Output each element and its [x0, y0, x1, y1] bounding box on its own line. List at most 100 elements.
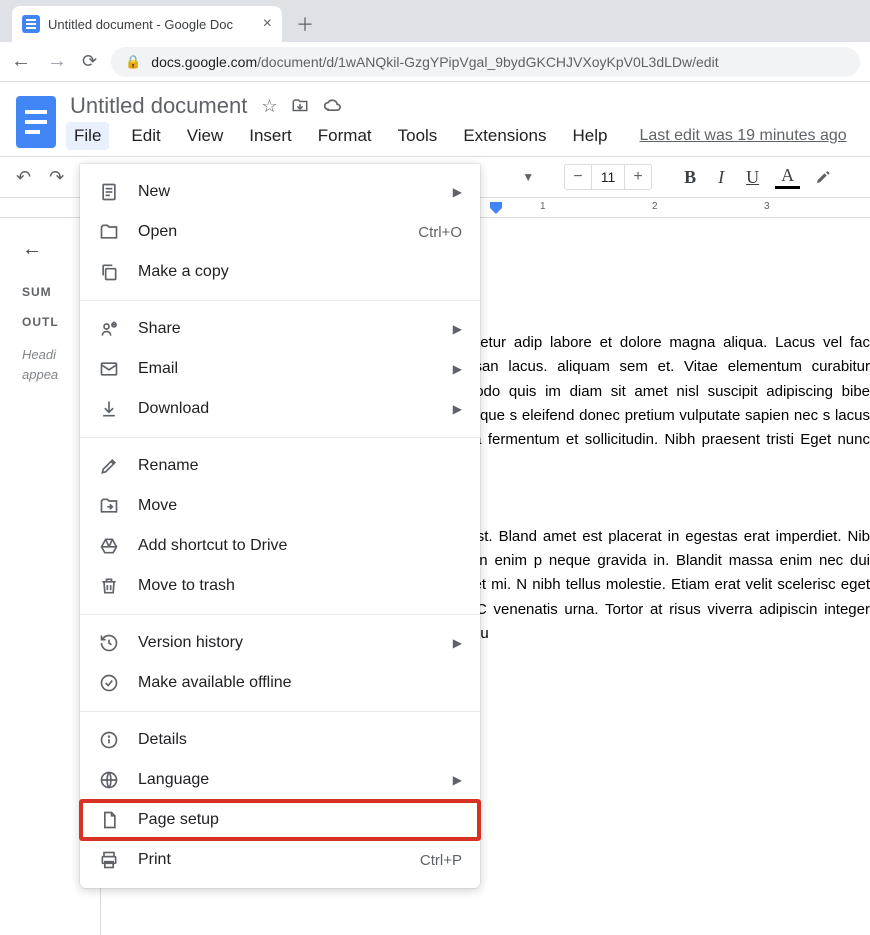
menu-format[interactable]: Format [314, 122, 376, 150]
undo-button[interactable]: ↶ [12, 165, 35, 190]
menu-item-label: Move to trash [138, 577, 462, 595]
file-menu-dropdown: New▶OpenCtrl+OMake a copyShare▶Email▶Dow… [80, 164, 480, 888]
menu-shortcut: Ctrl+O [418, 224, 462, 241]
menu-tools[interactable]: Tools [394, 122, 442, 150]
menu-item-share[interactable]: Share▶ [80, 309, 480, 349]
menu-item-label: Download [138, 400, 435, 418]
menu-item-print[interactable]: Print Ctrl+P [80, 840, 480, 880]
font-selector-caret[interactable]: ▼ [518, 170, 534, 184]
menu-item-download[interactable]: Download ▶ [80, 389, 480, 429]
font-size-value[interactable]: 11 [591, 165, 625, 189]
menu-item-label: Share [138, 320, 435, 338]
menu-bar: File Edit View Insert Format Tools Exten… [70, 120, 854, 152]
tab-close-icon[interactable]: × [263, 15, 272, 33]
folder-icon [98, 222, 120, 242]
cloud-icon[interactable] [323, 96, 343, 116]
docs-logo[interactable] [16, 96, 56, 148]
outline-back-button[interactable]: ← [22, 238, 70, 261]
menu-separator [80, 437, 480, 438]
menu-shortcut: Ctrl+P [420, 852, 462, 869]
submenu-arrow-icon: ▶ [453, 773, 462, 787]
menu-item-make-a-copy[interactable]: Make a copy [80, 252, 480, 292]
menu-item-move[interactable]: Move [80, 486, 480, 526]
new-tab-button[interactable]: ＋ [282, 6, 328, 42]
print-icon [98, 850, 120, 870]
menu-help[interactable]: Help [568, 122, 611, 150]
menu-item-add-shortcut-to-drive[interactable]: Add shortcut to Drive [80, 526, 480, 566]
submenu-arrow-icon: ▶ [453, 362, 462, 376]
star-icon[interactable]: ☆ [261, 96, 277, 117]
menu-item-label: Rename [138, 457, 462, 475]
doc-icon [98, 182, 120, 202]
highlight-button[interactable] [810, 166, 836, 188]
submenu-arrow-icon: ▶ [453, 402, 462, 416]
menu-item-label: Print [138, 851, 402, 869]
menu-item-make-available-offline[interactable]: Make available offline [80, 663, 480, 703]
document-title[interactable]: Untitled document [70, 93, 247, 119]
globe-icon [98, 770, 120, 790]
menu-item-label: New [138, 183, 435, 201]
reload-button[interactable]: ⟳ [82, 51, 97, 72]
back-button[interactable]: ← [10, 50, 32, 73]
lock-icon: 🔒 [125, 54, 141, 70]
menu-item-label: Make a copy [138, 263, 462, 281]
tab-title: Untitled document - Google Doc [48, 17, 255, 32]
outline-panel: ← SUM OUTL Headi appea [0, 218, 80, 935]
menu-item-rename[interactable]: Rename [80, 446, 480, 486]
menu-view[interactable]: View [183, 122, 228, 150]
menu-item-label: Details [138, 731, 462, 749]
italic-button[interactable]: I [712, 167, 730, 188]
move-icon [98, 496, 120, 516]
rename-icon [98, 456, 120, 476]
outline-label: OUTL [22, 315, 70, 329]
menu-item-new[interactable]: New ▶ [80, 172, 480, 212]
download-icon [98, 399, 120, 419]
browser-tab[interactable]: Untitled document - Google Doc × [12, 6, 282, 42]
font-size-plus[interactable]: + [625, 168, 651, 186]
menu-separator [80, 614, 480, 615]
menu-item-email[interactable]: Email ▶ [80, 349, 480, 389]
underline-button[interactable]: U [740, 167, 765, 188]
history-icon [98, 633, 120, 653]
font-size-stepper[interactable]: − 11 + [564, 164, 652, 190]
offline-icon [98, 673, 120, 693]
ruler-tick: 2 [652, 201, 658, 212]
outline-placeholder: Headi appea [22, 345, 70, 384]
menu-extensions[interactable]: Extensions [459, 122, 550, 150]
menu-file[interactable]: File [66, 122, 109, 150]
last-edit-link[interactable]: Last edit was 19 minutes ago [639, 127, 846, 145]
text-color-button[interactable]: A [775, 165, 800, 189]
menu-edit[interactable]: Edit [127, 122, 164, 150]
menu-item-label: Make available offline [138, 674, 462, 692]
font-size-minus[interactable]: − [565, 168, 591, 186]
page-icon [98, 810, 120, 830]
menu-item-move-to-trash[interactable]: Move to trash [80, 566, 480, 606]
menu-item-label: Email [138, 360, 435, 378]
menu-insert[interactable]: Insert [245, 122, 296, 150]
browser-toolbar: ← → ⟳ 🔒 docs.google.com/document/d/1wANQ… [0, 42, 870, 82]
address-bar[interactable]: 🔒 docs.google.com/document/d/1wANQkil-Gz… [111, 47, 860, 77]
bold-button[interactable]: B [678, 167, 702, 188]
submenu-arrow-icon: ▶ [453, 185, 462, 199]
redo-button[interactable]: ↷ [45, 165, 68, 190]
menu-separator [80, 300, 480, 301]
url-path: /document/d/1wANQkil-GzgYPipVgal_9bydGKC… [257, 54, 718, 70]
ruler-tick: 1 [540, 201, 546, 212]
menu-item-version-history[interactable]: Version history ▶ [80, 623, 480, 663]
menu-item-label: Version history [138, 634, 435, 652]
menu-item-details[interactable]: Details [80, 720, 480, 760]
menu-item-language[interactable]: Language ▶ [80, 760, 480, 800]
menu-item-page-setup[interactable]: Page setup [80, 800, 480, 840]
menu-item-label: Language [138, 771, 435, 789]
browser-tab-strip: Untitled document - Google Doc × ＋ [0, 0, 870, 42]
menu-item-open[interactable]: OpenCtrl+O [80, 212, 480, 252]
docs-favicon [22, 15, 40, 33]
menu-item-label: Add shortcut to Drive [138, 537, 462, 555]
move-icon[interactable] [291, 97, 309, 115]
ruler-tick: 3 [764, 201, 770, 212]
docs-header: Untitled document ☆ File Edit View Inser… [0, 82, 870, 152]
info-icon [98, 730, 120, 750]
submenu-arrow-icon: ▶ [453, 636, 462, 650]
copy-icon [98, 262, 120, 282]
share-icon [98, 319, 120, 339]
